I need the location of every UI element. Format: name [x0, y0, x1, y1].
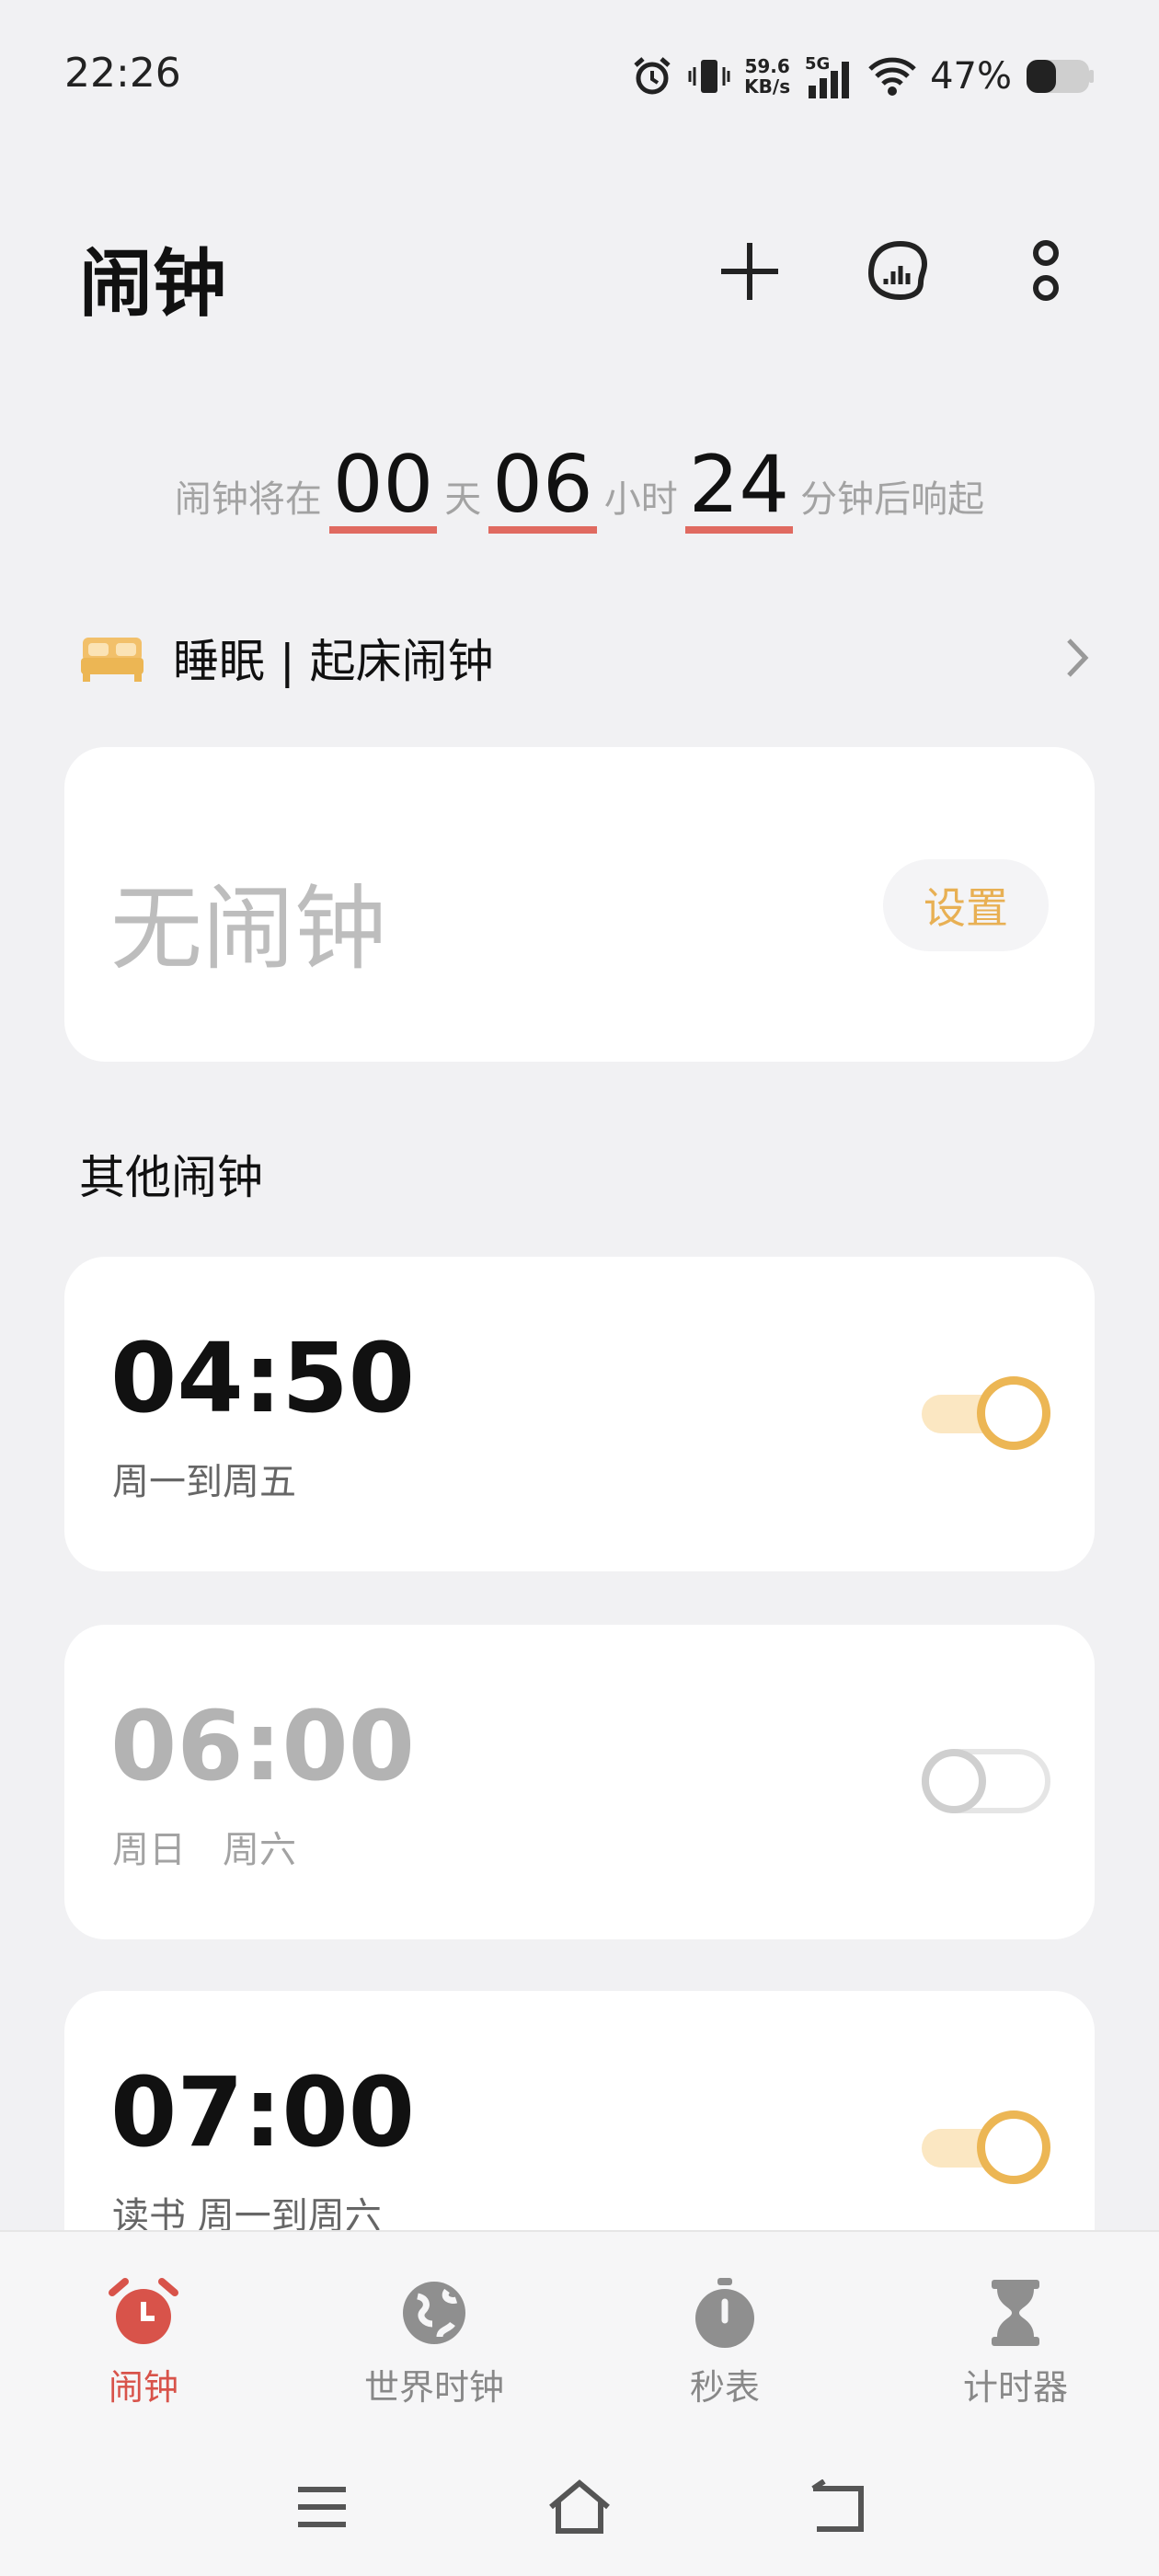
back-icon — [811, 2479, 864, 2532]
sleep-label: 睡眠 | 起床闹钟 — [173, 635, 494, 688]
add-icon — [721, 243, 778, 300]
set-alarm-button[interactable]: 设置 — [883, 859, 1049, 951]
alarm-clock-icon — [109, 2278, 178, 2344]
toggle-knob — [977, 1376, 1050, 1450]
alarm-repeat: 周日 周六 — [112, 1829, 296, 1871]
countdown-hours-label: 小时 — [603, 478, 678, 521]
sleep-wake-alarm-row[interactable]: 睡眠 | 起床闹钟 — [79, 616, 1091, 699]
recents-button[interactable] — [281, 2466, 363, 2548]
tab-label: 秒表 — [689, 2367, 760, 2408]
no-alarm-text: 无闹钟 — [110, 875, 386, 983]
alarm-card[interactable]: 04:50 周一到周五 — [64, 1257, 1095, 1571]
net-speed: 59.6 KB/s — [744, 55, 791, 98]
sleep-stats-icon — [867, 240, 928, 301]
tab-label: 世界时钟 — [363, 2367, 504, 2408]
tab-world-clock[interactable]: 世界时钟 — [324, 2276, 545, 2409]
tab-timer[interactable]: 计时器 — [905, 2276, 1126, 2409]
alarm-toggle[interactable] — [922, 2110, 1050, 2184]
countdown-minutes: 24 — [684, 443, 794, 534]
system-nav-bar — [0, 2466, 1159, 2548]
countdown-days-label: 天 — [444, 478, 482, 521]
alarm-repeat: 周一到周五 — [112, 1461, 296, 1503]
svg-text:5G: 5G — [805, 54, 830, 74]
alarm-card[interactable]: 06:00 周日 周六 — [64, 1625, 1095, 1939]
tab-stopwatch[interactable]: 秒表 — [614, 2276, 835, 2409]
more-options-button[interactable] — [1004, 230, 1087, 313]
next-alarm-countdown: 闹钟将在 00 天 06 小时 24 分钟后响起 — [0, 432, 1159, 534]
status-bar: 22:26 59.6 KB/s 5G 47% — [0, 0, 1159, 147]
chevron-right-icon — [1067, 638, 1089, 677]
alarm-time: 06:00 — [110, 1690, 416, 1802]
battery-percent: 47% — [930, 55, 1012, 98]
signal-icon: 5G — [803, 52, 855, 100]
countdown-minutes-label: 分钟后响起 — [800, 478, 985, 521]
globe-icon — [403, 2282, 465, 2344]
toggle-knob — [977, 2110, 1050, 2184]
more-icon — [1033, 240, 1059, 301]
wifi-icon — [867, 56, 917, 97]
back-button[interactable] — [796, 2466, 878, 2548]
battery-icon — [1025, 56, 1095, 97]
tab-alarm[interactable]: 闹钟 — [33, 2276, 254, 2409]
vibrate-icon — [687, 54, 731, 98]
tab-label: 闹钟 — [108, 2367, 178, 2408]
home-button[interactable] — [538, 2466, 621, 2548]
countdown-days: 00 — [328, 443, 438, 534]
alarm-time: 04:50 — [110, 1322, 416, 1434]
bed-icon — [81, 638, 143, 682]
alarm-toggle[interactable] — [922, 1376, 1050, 1450]
home-icon — [549, 2479, 610, 2534]
other-alarms-title: 其他闹钟 — [79, 1151, 263, 1204]
alarm-time: 07:00 — [110, 2056, 416, 2168]
stopwatch-icon — [695, 2278, 754, 2348]
tab-label: 计时器 — [962, 2367, 1068, 2408]
add-alarm-button[interactable] — [708, 230, 791, 313]
toggle-knob — [922, 1749, 986, 1813]
hourglass-icon — [992, 2280, 1039, 2346]
sleep-stats-button[interactable] — [855, 230, 938, 313]
countdown-prefix: 闹钟将在 — [174, 478, 322, 521]
alarm-icon — [630, 54, 674, 98]
countdown-hours: 06 — [488, 443, 597, 534]
page-title: 闹钟 — [79, 241, 226, 327]
status-time: 22:26 — [64, 50, 181, 97]
alarm-toggle[interactable] — [922, 1744, 1050, 1818]
menu-icon — [298, 2487, 346, 2527]
status-icons: 59.6 KB/s 5G 47% — [630, 44, 1095, 109]
no-alarm-card: 无闹钟 设置 — [64, 747, 1095, 1062]
app-header: 闹钟 — [0, 212, 1159, 331]
